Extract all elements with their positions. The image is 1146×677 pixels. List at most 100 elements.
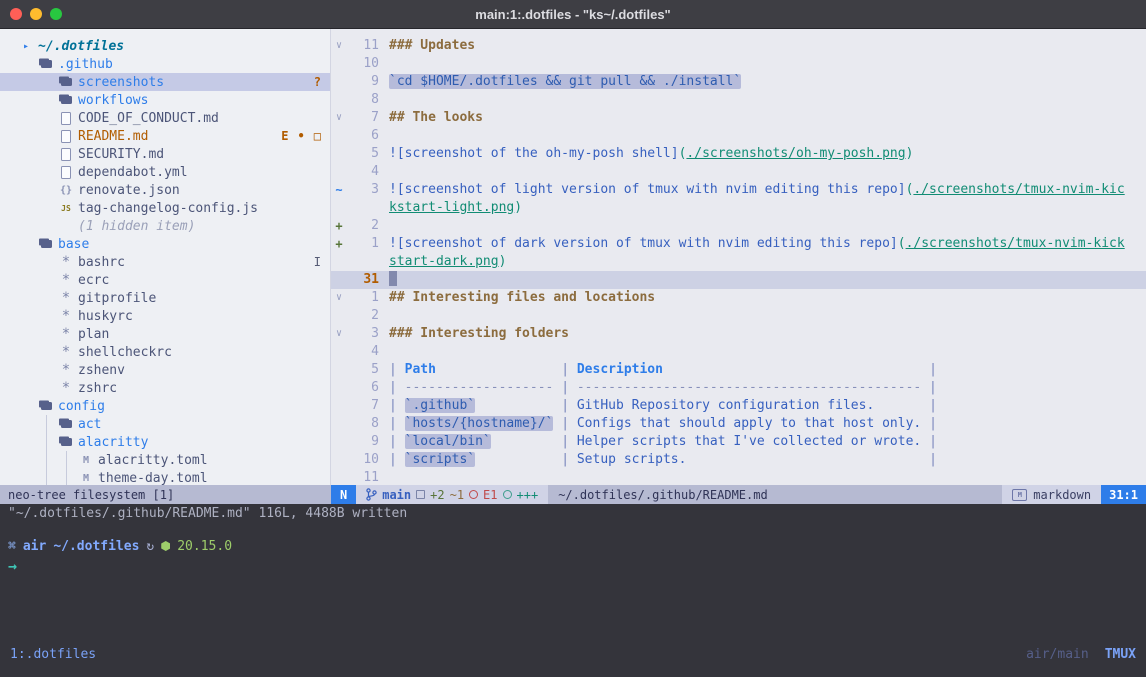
tree-item-renovate-json[interactable]: {}renovate.json [0, 181, 330, 199]
shell-input-line[interactable]: → [8, 555, 1146, 573]
tree-item-github[interactable]: .github [0, 55, 330, 73]
editor-line[interactable]: 5![screenshot of the oh-my-posh shell](.… [331, 145, 1146, 163]
editor-line[interactable]: 31 [331, 271, 1146, 289]
editor-lines[interactable]: ∨11### Updates109`cd $HOME/.dotfiles && … [331, 29, 1146, 485]
tree-item-code-of-conduct-md[interactable]: CODE_OF_CONDUCT.md [0, 109, 330, 127]
tree-item-theme-day-toml[interactable]: Mtheme-day.toml [0, 469, 330, 485]
zoom-button[interactable] [50, 8, 62, 20]
editor-line[interactable]: +1![screenshot of dark version of tmux w… [331, 235, 1146, 253]
editor-line[interactable]: 8| `hosts/{hostname}/` | Configs that sh… [331, 415, 1146, 433]
sync-icon: ↻ [146, 539, 154, 554]
editor-line[interactable]: 10 [331, 55, 1146, 73]
line-text: ### Interesting folders [389, 325, 1146, 343]
diagnostics-hint-icon [503, 490, 512, 499]
line-number: 4 [347, 163, 379, 181]
tree-item-label: zshrc [78, 381, 117, 396]
tree-item-dependabot-yml[interactable]: dependabot.yml [0, 163, 330, 181]
editor-line[interactable]: ~3![screenshot of light version of tmux … [331, 181, 1146, 199]
text-segment-pipe: | [389, 452, 405, 467]
tree-item-alacritty[interactable]: alacritty [0, 433, 330, 451]
text-segment-th: Description [577, 362, 663, 377]
gutter-space [331, 163, 347, 181]
tree-item-huskyrc[interactable]: *huskyrc [0, 307, 330, 325]
tree-item-plan[interactable]: *plan [0, 325, 330, 343]
git-added-count: +2 [430, 488, 444, 502]
tree-item-zshrc[interactable]: *zshrc [0, 379, 330, 397]
text-segment-paren: ( [898, 236, 906, 251]
gutter-space [331, 451, 347, 469]
folder-open-icon [38, 397, 54, 415]
editor-line[interactable]: ∨1## Interesting files and locations [331, 289, 1146, 307]
tree-item-alacritty-toml[interactable]: Malacritty.toml [0, 451, 330, 469]
tree-item-label: huskyrc [78, 309, 133, 324]
editor-line[interactable]: 10| `scripts` | Setup scripts. | [331, 451, 1146, 469]
text-segment-h3: ### Interesting folders [389, 326, 569, 341]
text-segment-pipe: | [561, 452, 577, 467]
line-number: 7 [347, 397, 379, 415]
tree-item-label: (1 hidden item) [78, 219, 195, 234]
tree-item-readme-md[interactable]: README.mdE•□ [0, 127, 330, 145]
line-text: ### Updates [389, 37, 1146, 55]
tree-item-label: alacritty.toml [98, 453, 208, 468]
tree-item-label: bashrc [78, 255, 125, 270]
editor-line[interactable]: 6 [331, 127, 1146, 145]
editor-line[interactable]: 4 [331, 343, 1146, 361]
tmux-statusbar: 1:.dotfiles air/main TMUX [0, 643, 1146, 665]
editor-line[interactable]: 8 [331, 91, 1146, 109]
tree-status-badge: ? [314, 75, 321, 89]
tmux-pane-shell[interactable]: ⌘ air ~/.dotfiles ↻ 20.15.0 → [0, 523, 1146, 643]
tree-item-gitprofile[interactable]: *gitprofile [0, 289, 330, 307]
tmux-window-tab[interactable]: 1:.dotfiles [10, 647, 96, 662]
tree-item-screenshots[interactable]: screenshots? [0, 73, 330, 91]
editor-line[interactable]: 11 [331, 469, 1146, 485]
editor-line[interactable]: 6| ------------------- | ---------------… [331, 379, 1146, 397]
tree-item-label: ~/.dotfiles [38, 39, 124, 54]
line-text: | Path | Description | [389, 361, 1146, 379]
tree-item-act[interactable]: act [0, 415, 330, 433]
editor-line[interactable]: start-dark.png) [331, 253, 1146, 271]
editor-line[interactable]: 2 [331, 307, 1146, 325]
tree-item-ecrc[interactable]: *ecrc [0, 271, 330, 289]
editor-line[interactable]: 4 [331, 163, 1146, 181]
text-segment-code: `local/bin` [405, 434, 491, 449]
text-segment-link: ./screenshots/tmux-nvim-kic [913, 182, 1124, 197]
line-number: 9 [347, 433, 379, 451]
tree-item-zshenv[interactable]: *zshenv [0, 361, 330, 379]
nodejs-icon [161, 541, 170, 551]
line-text: ## Interesting files and locations [389, 289, 1146, 307]
editor-line[interactable]: ∨7## The looks [331, 109, 1146, 127]
tree-item-1-hidden-item[interactable]: (1 hidden item) [0, 217, 330, 235]
line-number: 1 [347, 235, 379, 253]
tree-item-workflows[interactable]: workflows [0, 91, 330, 109]
tree-item-label: shellcheckrc [78, 345, 172, 360]
text-segment-sp [921, 416, 929, 431]
editor-line[interactable]: 9| `local/bin` | Helper scripts that I'v… [331, 433, 1146, 451]
text-segment-txt: ![screenshot of the oh-my-posh shell] [389, 146, 679, 161]
folder-open-icon [38, 235, 54, 253]
tree-item-bashrc[interactable]: *bashrcI [0, 253, 330, 271]
tree-item-security-md[interactable]: SECURITY.md [0, 145, 330, 163]
editor-line[interactable]: 7| `.github` | GitHub Repository configu… [331, 397, 1146, 415]
tree-item-tag-changelog-config-js[interactable]: JStag-changelog-config.js [0, 199, 330, 217]
editor-line[interactable]: ∨11### Updates [331, 37, 1146, 55]
close-button[interactable] [10, 8, 22, 20]
tree-item-config[interactable]: config [0, 397, 330, 415]
line-number: 2 [347, 217, 379, 235]
gutter-space [331, 91, 347, 109]
editor-line[interactable]: 5| Path | Description | [331, 361, 1146, 379]
error-count: E1 [483, 488, 497, 502]
line-text [389, 343, 1146, 361]
tree-item-dotfiles[interactable]: ▸~/.dotfiles [0, 37, 330, 55]
editor-line[interactable]: +2 [331, 217, 1146, 235]
text-segment-sp [475, 452, 561, 467]
line-number: 3 [347, 325, 379, 343]
editor-line[interactable]: kstart-light.png) [331, 199, 1146, 217]
tree-item-base[interactable]: base [0, 235, 330, 253]
editor-line[interactable]: 9`cd $HOME/.dotfiles && git pull && ./in… [331, 73, 1146, 91]
minimize-button[interactable] [30, 8, 42, 20]
window-title: main:1:.dotfiles - "ks~/.dotfiles" [0, 7, 1146, 22]
gutter-space [331, 379, 347, 397]
tree-item-shellcheckrc[interactable]: *shellcheckrc [0, 343, 330, 361]
asterisk-icon: * [58, 253, 74, 271]
editor-line[interactable]: ∨3### Interesting folders [331, 325, 1146, 343]
